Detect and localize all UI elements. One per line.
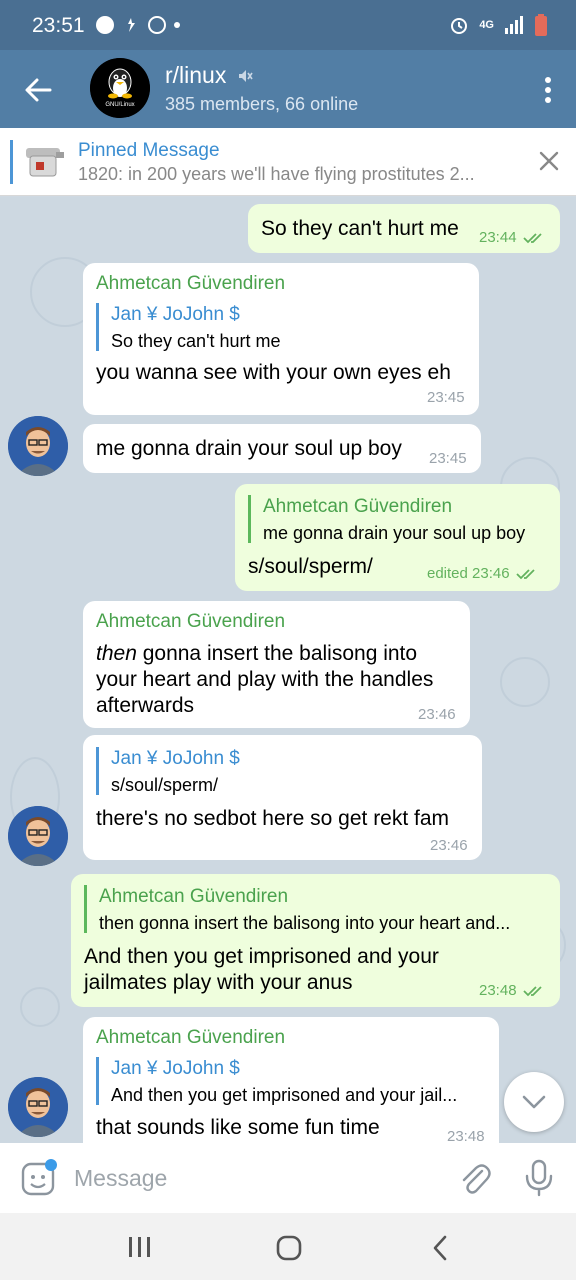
chat-title-row[interactable]: r/linux — [165, 62, 254, 89]
double-check-icon — [515, 568, 535, 579]
avatar-illustration — [8, 416, 68, 476]
reply-accent-bar — [96, 303, 99, 351]
incoming-message[interactable]: Ahmetcan Güvendiren then gonna insert th… — [83, 601, 470, 728]
message-text: me gonna drain your soul up boy — [96, 437, 402, 460]
nav-back-icon[interactable] — [430, 1235, 450, 1261]
user-avatar[interactable] — [8, 416, 68, 476]
status-notification-icons — [96, 16, 180, 34]
message-list[interactable]: So they can't hurt me 23:44 Ahmetcan Güv… — [0, 197, 576, 1143]
incoming-message[interactable]: Ahmetcan Güvendiren Jan ¥ JoJohn $ And t… — [83, 1017, 499, 1143]
emphasized-text: then — [96, 642, 137, 665]
double-check-icon — [522, 985, 542, 996]
notification-icon — [122, 16, 140, 34]
message-input[interactable] — [74, 1161, 434, 1195]
message-time: 23:46 — [430, 837, 468, 854]
message-time: 23:48 — [479, 982, 545, 999]
outgoing-message[interactable]: So they can't hurt me 23:44 — [248, 204, 560, 253]
sender-name[interactable]: Ahmetcan Güvendiren — [96, 611, 285, 633]
message-time: 23:46 — [418, 706, 456, 723]
more-notifications-icon — [174, 22, 180, 28]
signal-icon — [505, 16, 523, 34]
status-time: 23:51 — [32, 14, 85, 37]
sender-name[interactable]: Ahmetcan Güvendiren — [96, 273, 285, 295]
alarm-icon — [451, 18, 468, 34]
pinned-title: Pinned Message — [78, 140, 220, 161]
tux-logo-icon — [90, 58, 150, 118]
reply-accent-bar — [248, 495, 251, 543]
scroll-down-button[interactable] — [504, 1072, 564, 1132]
sticker-icon[interactable] — [20, 1159, 58, 1197]
status-bar: 23:51 4G — [0, 0, 576, 50]
sender-name[interactable]: Ahmetcan Güvendiren — [96, 1027, 285, 1049]
message-text: afterwards — [96, 694, 195, 717]
mute-icon — [239, 69, 254, 82]
user-avatar[interactable] — [8, 806, 68, 866]
double-check-icon — [522, 232, 542, 243]
reply-accent-bar — [84, 885, 87, 933]
message-text: And then you get imprisoned and your — [84, 945, 439, 968]
pinned-text: 1820: in 200 years we'll have flying pro… — [78, 164, 475, 184]
message-text: So they can't hurt me — [261, 217, 459, 240]
reply-text[interactable]: then gonna insert the balisong into your… — [99, 913, 547, 934]
message-text: you wanna see with your own eyes eh — [96, 361, 451, 384]
battery-icon — [535, 14, 547, 36]
message-text: jailmates play with your anus — [84, 971, 353, 994]
message-text: then gonna insert the balisong into — [96, 642, 418, 665]
reply-author[interactable]: Jan ¥ JoJohn $ — [111, 304, 240, 326]
background-doodle — [20, 987, 60, 1027]
reply-accent-bar — [96, 747, 99, 795]
user-avatar[interactable] — [8, 1077, 68, 1137]
avatar-caption: GNU/Linux — [105, 102, 135, 108]
avatar-illustration — [8, 806, 68, 866]
close-icon[interactable] — [538, 150, 560, 172]
message-text: there's no sedbot here so get rekt fam — [96, 807, 450, 830]
more-vert-icon[interactable] — [544, 76, 552, 104]
viber-icon — [148, 16, 166, 34]
reply-author[interactable]: Ahmetcan Güvendiren — [263, 496, 452, 518]
pinned-accent-bar — [10, 140, 13, 184]
home-icon[interactable] — [276, 1235, 302, 1261]
reply-text[interactable]: s/soul/sperm/ — [111, 775, 461, 796]
group-avatar[interactable]: GNU/Linux — [90, 58, 150, 118]
reply-author[interactable]: Ahmetcan Güvendiren — [99, 886, 288, 908]
chat-header: GNU/Linux r/linux 385 members, 66 online — [0, 50, 576, 128]
system-navigation-bar — [0, 1213, 576, 1280]
reply-accent-bar — [96, 1057, 99, 1105]
avatar-illustration — [8, 1077, 68, 1137]
message-time: 23:44 — [479, 229, 545, 246]
reply-author[interactable]: Jan ¥ JoJohn $ — [111, 1058, 240, 1080]
message-time: 23:48 — [447, 1128, 485, 1143]
incoming-message[interactable]: Ahmetcan Güvendiren Jan ¥ JoJohn $ So th… — [83, 263, 479, 415]
message-time: edited 23:46 — [427, 565, 538, 582]
network-type-label: 4G — [479, 19, 494, 31]
incoming-message[interactable]: me gonna drain your soul up boy 23:45 — [83, 424, 481, 473]
notification-icon — [96, 16, 114, 34]
message-time: 23:45 — [427, 389, 465, 406]
microphone-icon[interactable] — [524, 1159, 554, 1197]
reply-text[interactable]: So they can't hurt me — [111, 331, 461, 352]
back-arrow-icon[interactable] — [20, 72, 56, 108]
chevron-down-icon — [522, 1095, 546, 1109]
status-system-icons: 4G — [449, 14, 548, 36]
reply-text[interactable]: And then you get imprisoned and your jai… — [111, 1085, 489, 1106]
pinned-message-bar[interactable]: Pinned Message 1820: in 200 years we'll … — [0, 128, 576, 196]
outgoing-message[interactable]: Ahmetcan Güvendiren then gonna insert th… — [71, 874, 560, 1007]
composer-bar — [0, 1143, 576, 1213]
message-text: your heart and play with the handles — [96, 668, 434, 691]
paperclip-icon[interactable] — [458, 1161, 492, 1197]
reply-author[interactable]: Jan ¥ JoJohn $ — [111, 748, 240, 770]
outgoing-message[interactable]: Ahmetcan Güvendiren me gonna drain your … — [235, 484, 560, 591]
message-text: that sounds like some fun time — [96, 1116, 380, 1139]
incoming-message[interactable]: Jan ¥ JoJohn $ s/soul/sperm/ there's no … — [83, 735, 482, 860]
pinned-thumbnail — [26, 148, 64, 177]
chat-subtitle: 385 members, 66 online — [165, 94, 359, 114]
message-time: 23:45 — [429, 450, 467, 467]
message-text: s/soul/sperm/ — [248, 555, 373, 578]
recents-icon[interactable] — [126, 1235, 154, 1259]
reply-text[interactable]: me gonna drain your soul up boy — [263, 523, 553, 544]
chat-title: r/linux — [165, 62, 227, 88]
background-doodle — [500, 657, 550, 707]
